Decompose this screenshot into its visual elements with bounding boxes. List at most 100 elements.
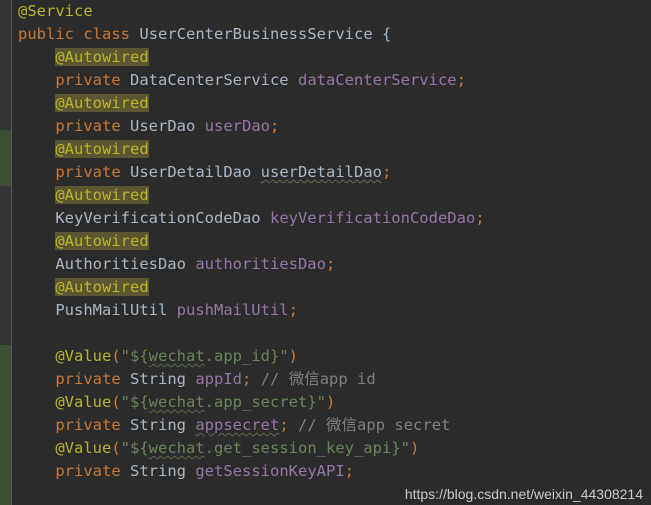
code-token: ) [288,347,299,365]
code-line[interactable]: private String appsecret; // 微信app secre… [12,414,651,437]
code-line[interactable]: private UserDetailDao userDetailDao; [12,161,651,184]
code-token: DataCenterService [130,71,289,89]
code-token: getSessionKeyAPI [195,462,345,480]
code-line[interactable]: @Value("${wechat.app_id}") [12,345,651,368]
code-token: { [382,25,392,43]
code-line[interactable]: public class UserCenterBusinessService { [12,23,651,46]
code-token: 微信 [288,370,320,388]
code-token: ( [111,393,121,411]
code-token: UserDao [130,117,196,135]
code-line[interactable]: @Service [12,0,651,23]
code-token: @Autowired [55,94,149,112]
code-token: @Autowired [55,186,149,204]
code-token: String [130,416,186,434]
code-token: class [83,25,131,43]
code-token: .app_secret}" [204,393,326,411]
code-token: AuthoritiesDao [55,255,186,273]
code-token: private [55,416,121,434]
code-line[interactable]: @Autowired [12,184,651,207]
code-line[interactable]: @Autowired [12,138,651,161]
code-token: private [55,370,121,388]
code-line[interactable]: @Autowired [12,46,651,69]
code-token: ; [382,163,392,181]
code-line[interactable]: @Value("${wechat.get_session_key_api}") [12,437,651,460]
code-token: @Service [18,2,93,20]
code-line[interactable]: private String getSessionKeyAPI; [12,460,651,483]
code-token: wechat [148,393,205,411]
code-token: @Value [55,393,112,411]
code-token: @Autowired [55,140,149,158]
code-token: ; [242,370,252,388]
code-token: PushMailUtil [55,301,168,319]
code-token: KeyVerificationCodeDao [55,209,261,227]
code-line[interactable]: @Value("${wechat.app_secret}") [12,391,651,414]
code-token: pushMailUtil [176,301,289,319]
code-token: ; [325,255,336,273]
code-token: .get_session_key_api}" [204,439,410,457]
code-token: appsecret [195,416,280,434]
watermark-url: https://blog.csdn.net/weixin_44308214 [404,486,643,502]
code-token: // [260,370,289,388]
code-token: // [298,416,327,434]
code-line[interactable]: @Autowired [12,92,651,115]
code-token: @Value [55,347,112,365]
code-token: ( [111,439,121,457]
code-token: String [130,462,186,480]
code-token: ) [326,393,336,411]
code-token: private [55,71,121,89]
code-token: ; [270,117,280,135]
code-token: wechat [148,347,205,365]
code-line[interactable]: @Autowired [12,230,651,253]
code-token: UserDetailDao [130,163,252,181]
code-line[interactable]: private String appId; // 微信app id [12,368,651,391]
code-line[interactable]: KeyVerificationCodeDao keyVerificationCo… [12,207,651,230]
gutter-change-marker[interactable] [0,130,11,186]
code-token: dataCenterService [297,71,457,89]
code-token: private [55,462,121,480]
code-line[interactable]: private UserDao userDao; [12,115,651,138]
code-token: ; [456,71,466,89]
code-line[interactable]: @Autowired [12,276,651,299]
code-token: @Autowired [55,278,149,296]
code-token: 微信 [326,416,358,434]
code-token: "${ [120,393,149,411]
code-token: ) [409,439,420,457]
code-line[interactable]: private DataCenterService dataCenterServ… [12,69,651,92]
code-token: @Autowired [55,232,149,250]
gutter-change-marker[interactable] [0,345,11,505]
code-content[interactable]: @Service public class UserCenterBusinessS… [12,0,651,505]
code-token: @Value [55,439,112,457]
code-line[interactable]: AuthoritiesDao authoritiesDao; [12,253,651,276]
code-line[interactable] [12,322,651,345]
code-token: String [130,370,186,388]
code-line[interactable]: PushMailUtil pushMailUtil; [12,299,651,322]
code-token: .app_id}" [204,347,289,365]
